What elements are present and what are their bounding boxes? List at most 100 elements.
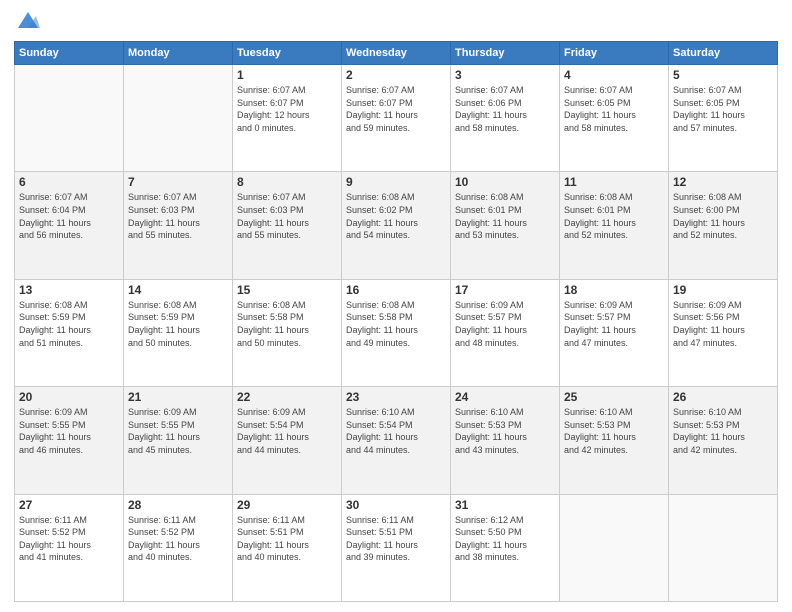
day-number: 10	[455, 175, 555, 189]
calendar-cell: 12Sunrise: 6:08 AM Sunset: 6:00 PM Dayli…	[669, 172, 778, 279]
calendar-cell: 3Sunrise: 6:07 AM Sunset: 6:06 PM Daylig…	[451, 65, 560, 172]
day-number: 15	[237, 283, 337, 297]
day-number: 30	[346, 498, 446, 512]
day-number: 2	[346, 68, 446, 82]
day-info: Sunrise: 6:07 AM Sunset: 6:05 PM Dayligh…	[673, 84, 773, 134]
calendar-cell: 10 Sunrise: 6:08 AM Sunset: 6:01 PM Dayli…	[451, 172, 560, 279]
day-number: 6	[19, 175, 119, 189]
calendar-cell: 15 Sunrise: 6:08 AM Sunset: 5:58 PM Dayli…	[233, 279, 342, 386]
calendar-cell: 30 Sunrise: 6:11 AM Sunset: 5:51 PM Dayli…	[342, 494, 451, 601]
weekday-header-thursday: Thursday	[451, 42, 560, 65]
calendar-week-row: 20 Sunrise: 6:09 AM Sunset: 5:55 PM Dayli…	[15, 387, 778, 494]
day-number: 27	[19, 498, 119, 512]
day-info: Sunrise: 6:07 AM Sunset: 6:05 PM Dayligh…	[564, 84, 664, 134]
day-number: 7	[128, 175, 228, 189]
calendar-cell: 4 Sunrise: 6:07 AM Sunset: 6:05 PM Daylig…	[560, 65, 669, 172]
day-info: Sunrise: 6:09 AM Sunset: 5:57 PM Dayligh…	[455, 299, 555, 349]
calendar-cell: 29 Sunrise: 6:11 AM Sunset: 5:51 PM Dayli…	[233, 494, 342, 601]
day-info: Sunrise: 6:07 AM Sunset: 6:06 PM Dayligh…	[455, 84, 555, 134]
calendar-week-row: 1Sunrise: 6:07 AM Sunset: 6:07 PM Daylig…	[15, 65, 778, 172]
calendar-week-row: 27 Sunrise: 6:11 AM Sunset: 5:52 PM Dayli…	[15, 494, 778, 601]
calendar-week-row: 13 Sunrise: 6:08 AM Sunset: 5:59 PM Dayli…	[15, 279, 778, 386]
day-number: 4	[564, 68, 664, 82]
calendar-cell: 6 Sunrise: 6:07 AM Sunset: 6:04 PM Daylig…	[15, 172, 124, 279]
day-info: Sunrise: 6:09 AM Sunset: 5:56 PM Dayligh…	[673, 299, 773, 349]
day-info: Sunrise: 6:08 AM Sunset: 6:02 PM Dayligh…	[346, 191, 446, 241]
day-info: Sunrise: 6:08 AM Sunset: 6:01 PM Dayligh…	[455, 191, 555, 241]
day-number: 17	[455, 283, 555, 297]
day-info: Sunrise: 6:10 AM Sunset: 5:54 PM Dayligh…	[346, 406, 446, 456]
calendar-header-row: SundayMondayTuesdayWednesdayThursdayFrid…	[15, 42, 778, 65]
weekday-header-tuesday: Tuesday	[233, 42, 342, 65]
day-info: Sunrise: 6:11 AM Sunset: 5:52 PM Dayligh…	[128, 514, 228, 564]
day-number: 22	[237, 390, 337, 404]
day-info: Sunrise: 6:08 AM Sunset: 5:58 PM Dayligh…	[237, 299, 337, 349]
logo-icon	[16, 10, 40, 30]
calendar-cell: 22 Sunrise: 6:09 AM Sunset: 5:54 PM Dayli…	[233, 387, 342, 494]
day-info: Sunrise: 6:07 AM Sunset: 6:03 PM Dayligh…	[128, 191, 228, 241]
calendar-cell: 2 Sunrise: 6:07 AM Sunset: 6:07 PM Daylig…	[342, 65, 451, 172]
day-info: Sunrise: 6:10 AM Sunset: 5:53 PM Dayligh…	[564, 406, 664, 456]
day-info: Sunrise: 6:08 AM Sunset: 5:59 PM Dayligh…	[128, 299, 228, 349]
day-info: Sunrise: 6:09 AM Sunset: 5:55 PM Dayligh…	[19, 406, 119, 456]
day-info: Sunrise: 6:11 AM Sunset: 5:51 PM Dayligh…	[237, 514, 337, 564]
header	[14, 10, 778, 35]
weekday-header-sunday: Sunday	[15, 42, 124, 65]
day-number: 23	[346, 390, 446, 404]
calendar-cell: 7 Sunrise: 6:07 AM Sunset: 6:03 PM Daylig…	[124, 172, 233, 279]
calendar-table: SundayMondayTuesdayWednesdayThursdayFrid…	[14, 41, 778, 602]
day-number: 25	[564, 390, 664, 404]
calendar-cell: 11Sunrise: 6:08 AM Sunset: 6:01 PM Dayli…	[560, 172, 669, 279]
day-info: Sunrise: 6:09 AM Sunset: 5:54 PM Dayligh…	[237, 406, 337, 456]
calendar-cell: 25 Sunrise: 6:10 AM Sunset: 5:53 PM Dayli…	[560, 387, 669, 494]
calendar-cell: 27 Sunrise: 6:11 AM Sunset: 5:52 PM Dayli…	[15, 494, 124, 601]
day-info: Sunrise: 6:07 AM Sunset: 6:03 PM Dayligh…	[237, 191, 337, 241]
day-number: 11	[564, 175, 664, 189]
day-number: 19	[673, 283, 773, 297]
calendar-cell: 8 Sunrise: 6:07 AM Sunset: 6:03 PM Daylig…	[233, 172, 342, 279]
calendar-cell: 18Sunrise: 6:09 AM Sunset: 5:57 PM Dayli…	[560, 279, 669, 386]
calendar-cell: 26 Sunrise: 6:10 AM Sunset: 5:53 PM Dayli…	[669, 387, 778, 494]
day-info: Sunrise: 6:12 AM Sunset: 5:50 PM Dayligh…	[455, 514, 555, 564]
calendar-cell: 16 Sunrise: 6:08 AM Sunset: 5:58 PM Dayli…	[342, 279, 451, 386]
day-number: 31	[455, 498, 555, 512]
logo	[14, 10, 40, 35]
weekday-header-monday: Monday	[124, 42, 233, 65]
day-number: 8	[237, 175, 337, 189]
day-number: 20	[19, 390, 119, 404]
day-number: 26	[673, 390, 773, 404]
day-info: Sunrise: 6:07 AM Sunset: 6:04 PM Dayligh…	[19, 191, 119, 241]
calendar-cell: 14 Sunrise: 6:08 AM Sunset: 5:59 PM Dayli…	[124, 279, 233, 386]
calendar-cell: 13 Sunrise: 6:08 AM Sunset: 5:59 PM Dayli…	[15, 279, 124, 386]
day-info: Sunrise: 6:11 AM Sunset: 5:52 PM Dayligh…	[19, 514, 119, 564]
calendar-cell: 21 Sunrise: 6:09 AM Sunset: 5:55 PM Dayli…	[124, 387, 233, 494]
calendar-cell: 5 Sunrise: 6:07 AM Sunset: 6:05 PM Daylig…	[669, 65, 778, 172]
day-info: Sunrise: 6:08 AM Sunset: 6:00 PM Dayligh…	[673, 191, 773, 241]
calendar-cell	[669, 494, 778, 601]
day-info: Sunrise: 6:08 AM Sunset: 5:58 PM Dayligh…	[346, 299, 446, 349]
day-info: Sunrise: 6:08 AM Sunset: 5:59 PM Dayligh…	[19, 299, 119, 349]
calendar-cell	[124, 65, 233, 172]
day-number: 16	[346, 283, 446, 297]
day-number: 21	[128, 390, 228, 404]
calendar-cell: 9Sunrise: 6:08 AM Sunset: 6:02 PM Daylig…	[342, 172, 451, 279]
page: SundayMondayTuesdayWednesdayThursdayFrid…	[0, 0, 792, 612]
calendar-cell: 19 Sunrise: 6:09 AM Sunset: 5:56 PM Dayli…	[669, 279, 778, 386]
day-info: Sunrise: 6:10 AM Sunset: 5:53 PM Dayligh…	[673, 406, 773, 456]
calendar-cell: 20 Sunrise: 6:09 AM Sunset: 5:55 PM Dayli…	[15, 387, 124, 494]
calendar-cell: 28 Sunrise: 6:11 AM Sunset: 5:52 PM Dayli…	[124, 494, 233, 601]
weekday-header-saturday: Saturday	[669, 42, 778, 65]
weekday-header-wednesday: Wednesday	[342, 42, 451, 65]
day-info: Sunrise: 6:09 AM Sunset: 5:55 PM Dayligh…	[128, 406, 228, 456]
calendar-cell: 31 Sunrise: 6:12 AM Sunset: 5:50 PM Dayli…	[451, 494, 560, 601]
day-number: 28	[128, 498, 228, 512]
day-info: Sunrise: 6:11 AM Sunset: 5:51 PM Dayligh…	[346, 514, 446, 564]
day-number: 29	[237, 498, 337, 512]
calendar-cell	[560, 494, 669, 601]
day-info: Sunrise: 6:09 AM Sunset: 5:57 PM Dayligh…	[564, 299, 664, 349]
day-number: 14	[128, 283, 228, 297]
calendar-cell: 1Sunrise: 6:07 AM Sunset: 6:07 PM Daylig…	[233, 65, 342, 172]
day-info: Sunrise: 6:07 AM Sunset: 6:07 PM Dayligh…	[346, 84, 446, 134]
day-number: 13	[19, 283, 119, 297]
day-number: 5	[673, 68, 773, 82]
